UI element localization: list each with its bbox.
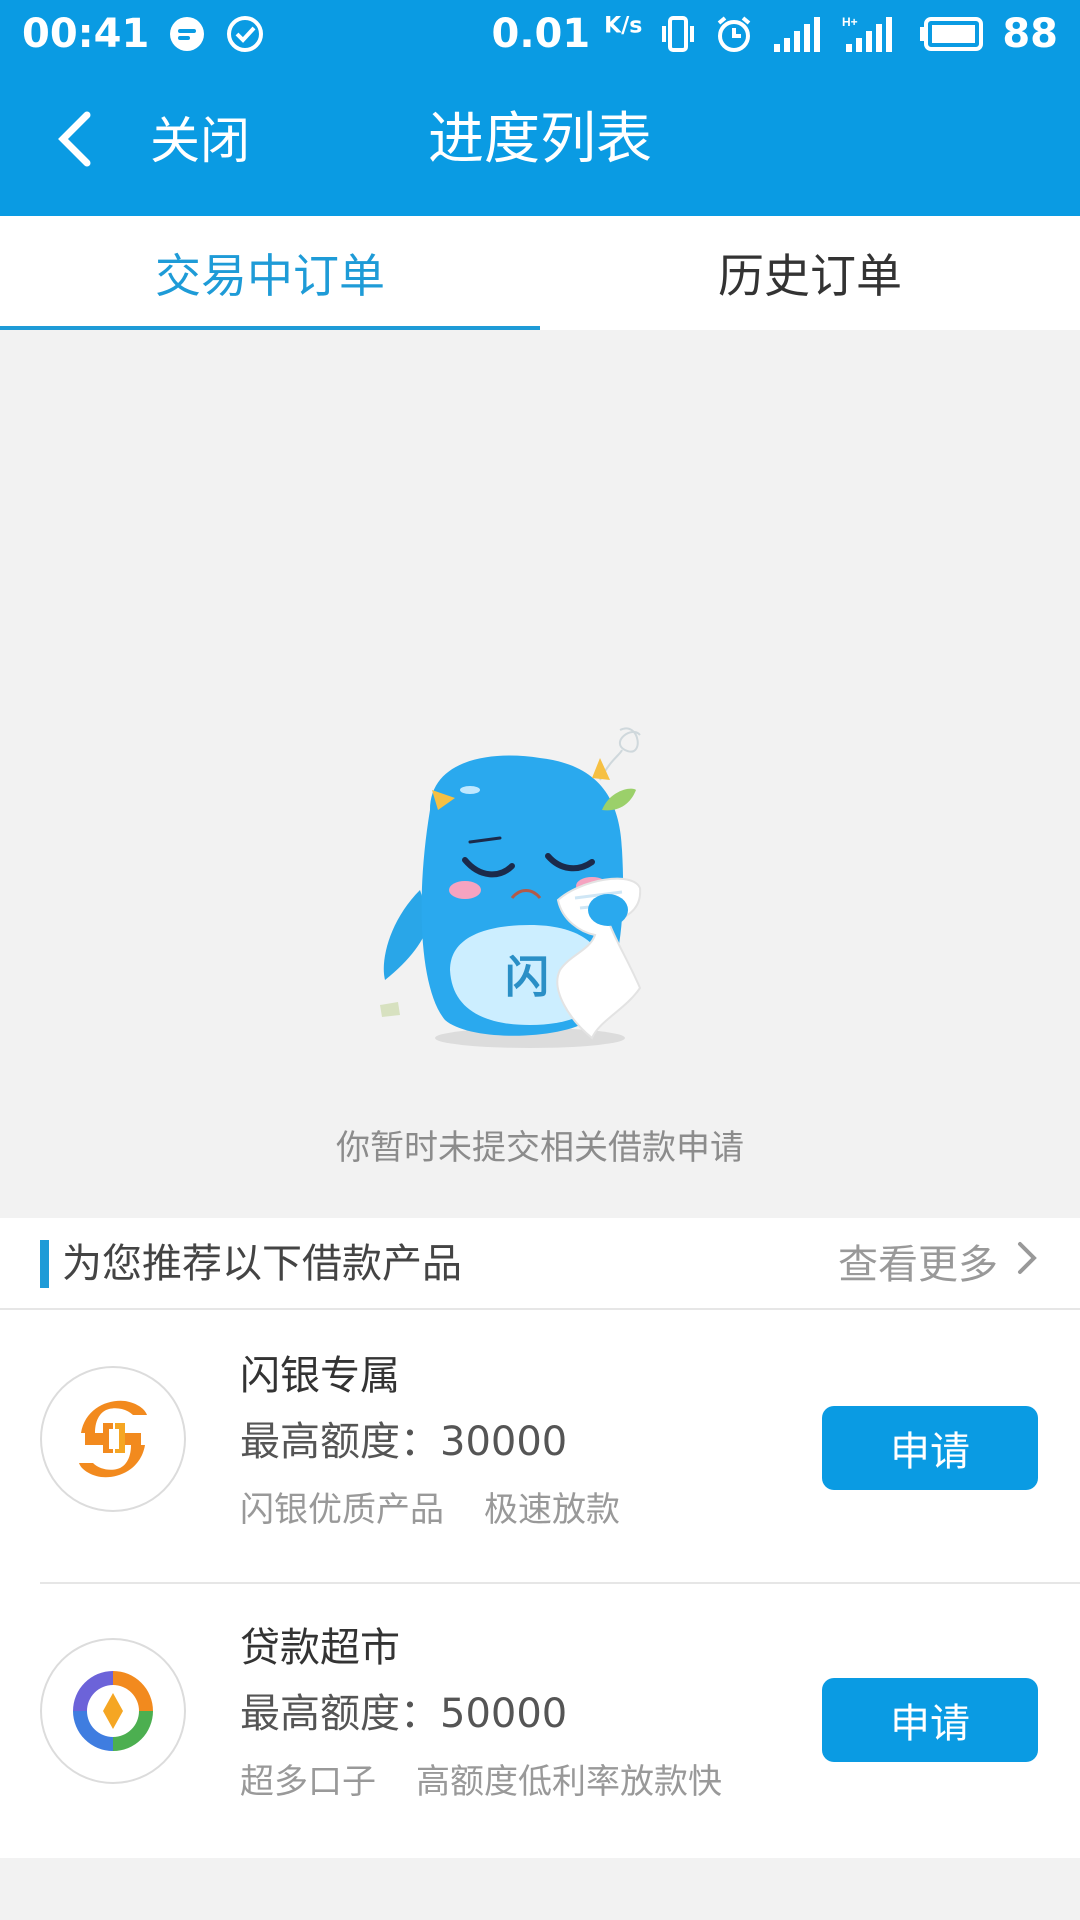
status-right: 0.01 K/s H+ 88 <box>492 11 1059 57</box>
recommend-section: 为您推荐以下借款产品 查看更多 闪银专属 最高额度：30000 闪银优质产品 极… <box>0 1218 1080 1858</box>
see-more-link[interactable]: 查看更多 <box>838 1238 1040 1291</box>
status-time: 00:41 <box>22 11 150 57</box>
product-name: 贷款超市 <box>240 1625 400 1671</box>
product-item-shanyin[interactable]: 闪银专属 最高额度：30000 闪银优质产品 极速放款 申请 <box>0 1310 1080 1582</box>
shanyin-logo-icon <box>40 1366 186 1512</box>
page-title: 进度列表 <box>428 107 652 172</box>
sad-mascot-illustration: 闪 <box>380 727 642 1048</box>
empty-state: 闪 你暂时未提交相关借款申请 <box>0 330 1080 1218</box>
empty-message: 你暂时未提交相关借款申请 <box>336 1128 744 1168</box>
product-tag: 极速放款 <box>484 1490 620 1530</box>
svg-text:H+: H+ <box>842 15 858 29</box>
apply-button[interactable]: 申请 <box>822 1406 1038 1490</box>
section-accent-bar <box>40 1240 49 1288</box>
hplus-signal-icon: H+ <box>842 14 900 54</box>
battery-icon <box>918 16 984 52</box>
product-name: 闪银专属 <box>240 1353 400 1399</box>
status-left: 00:41 <box>22 11 265 57</box>
message-icon <box>167 14 207 54</box>
signal-icon <box>772 14 824 54</box>
see-more-label: 查看更多 <box>838 1241 998 1288</box>
apply-button[interactable]: 申请 <box>822 1678 1038 1762</box>
title-bar: 关闭 进度列表 <box>0 68 1080 216</box>
product-tag: 高额度低利率放款快 <box>416 1762 722 1802</box>
tab-in-progress-orders[interactable]: 交易中订单 <box>0 216 540 330</box>
tab-bar: 交易中订单 历史订单 <box>0 216 1080 330</box>
check-circle-icon <box>225 14 265 54</box>
speed-value: 0.01 <box>491 11 591 57</box>
mascot-badge-text: 闪 <box>505 952 549 1003</box>
vibrate-icon <box>660 14 696 54</box>
product-item-loan-market[interactable]: 贷款超市 最高额度：50000 超多口子 高额度低利率放款快 申请 <box>0 1582 1080 1854</box>
speed-unit: K/s <box>604 13 643 39</box>
tab-history-orders[interactable]: 历史订单 <box>540 216 1080 330</box>
product-tags: 闪银优质产品 极速放款 <box>240 1488 620 1532</box>
product-tag: 闪银优质产品 <box>240 1490 444 1530</box>
product-limit: 最高额度：50000 <box>240 1691 568 1737</box>
chevron-right-icon <box>1016 1238 1040 1291</box>
alarm-icon <box>714 14 754 54</box>
product-tags: 超多口子 高额度低利率放款快 <box>240 1760 722 1804</box>
product-tag: 超多口子 <box>240 1762 376 1802</box>
loan-market-logo-icon <box>40 1638 186 1784</box>
recommend-header: 为您推荐以下借款产品 查看更多 <box>0 1218 1080 1310</box>
product-limit: 最高额度：30000 <box>240 1419 568 1465</box>
page: 00:41 0.01 K/s H+ 88 关闭 进度列表 交易中订单 历史订单 … <box>0 0 1080 1920</box>
battery-level: 88 <box>1002 11 1058 57</box>
recommend-title: 为您推荐以下借款产品 <box>62 1241 462 1287</box>
network-speed: 0.01 K/s <box>492 11 643 57</box>
status-bar: 00:41 0.01 K/s H+ 88 <box>0 0 1080 68</box>
